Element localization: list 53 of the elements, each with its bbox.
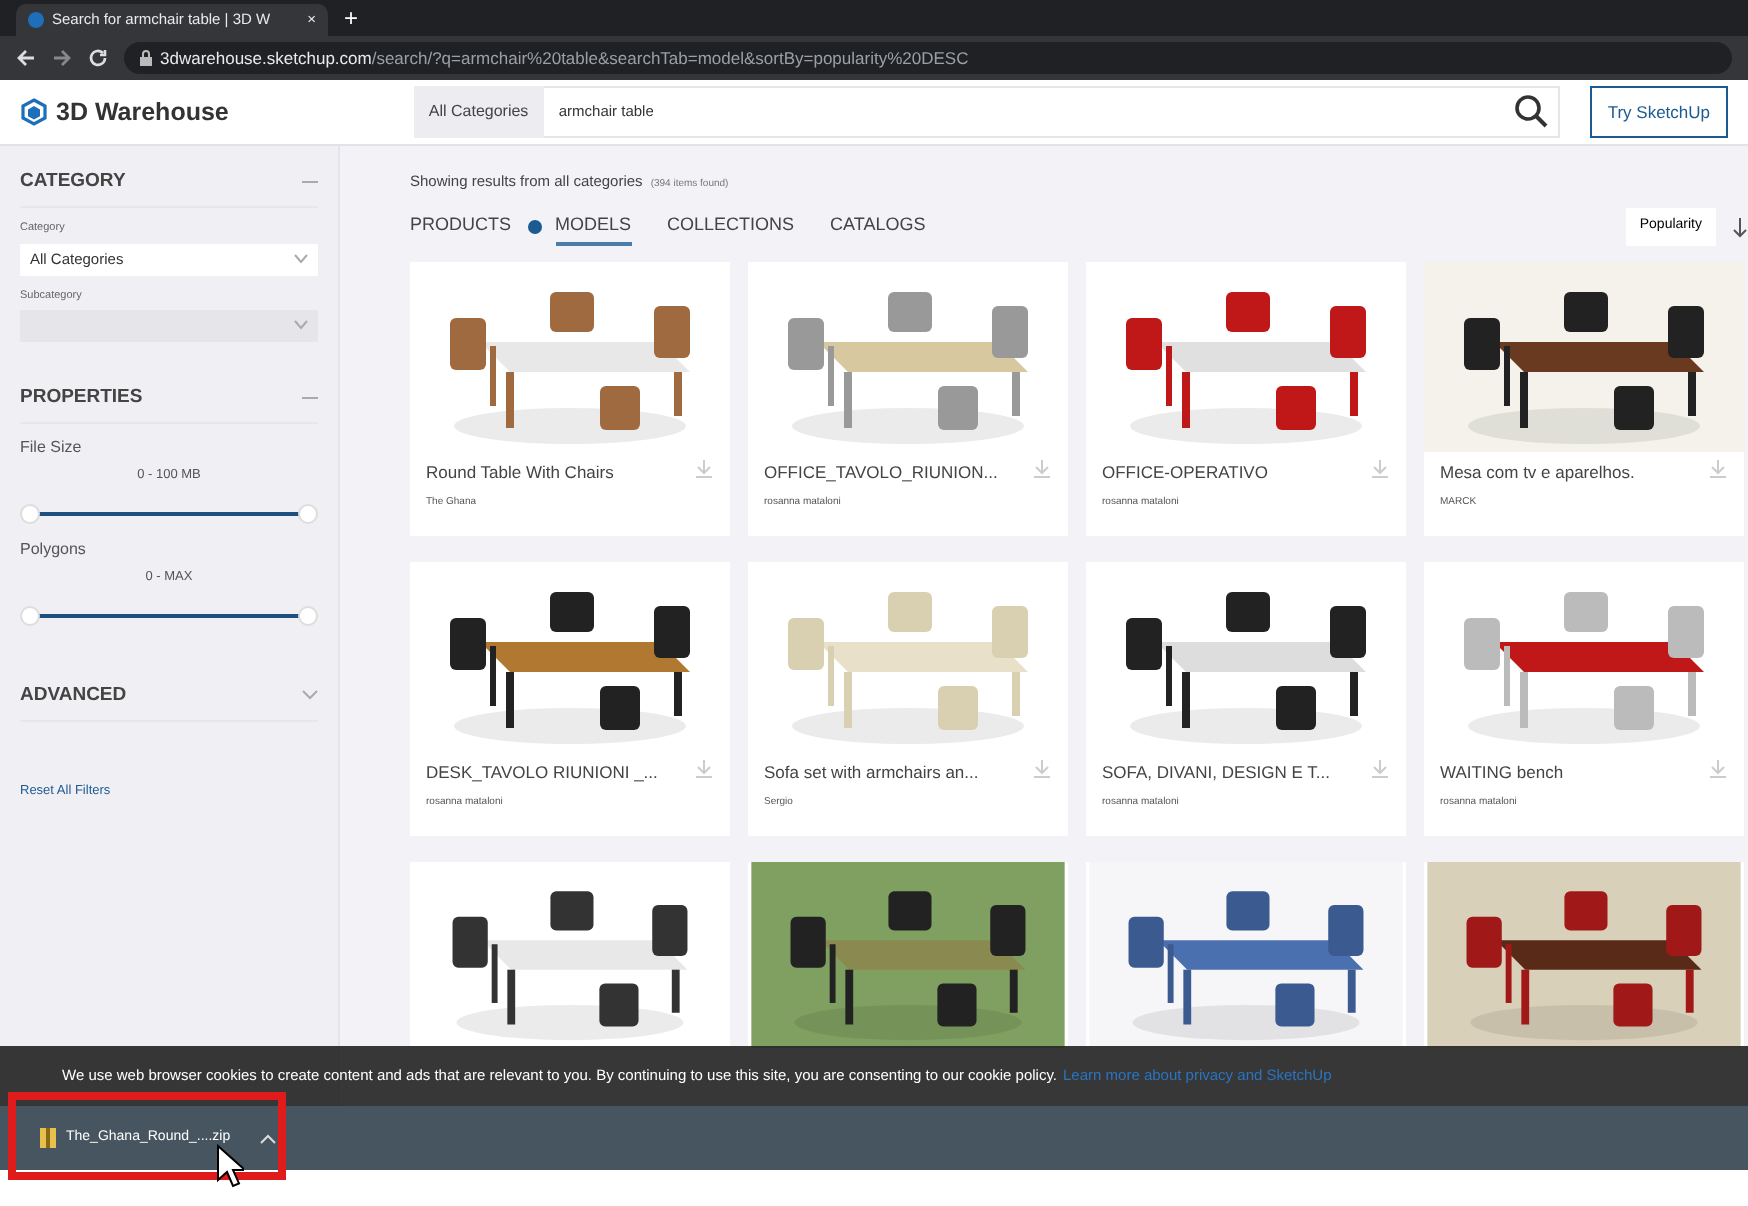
result-tab[interactable]: PRODUCTS — [410, 207, 512, 247]
logo-text[interactable]: 3D Warehouse — [56, 93, 229, 131]
info-icon[interactable] — [527, 220, 542, 234]
model-title[interactable]: Round Table With Chairs — [426, 459, 614, 485]
zip-file-icon — [40, 1128, 56, 1148]
slider-label: File Size — [20, 436, 84, 460]
download-icon[interactable] — [1032, 459, 1052, 479]
chevron-down-icon — [294, 320, 308, 331]
logo-icon[interactable] — [20, 98, 48, 126]
slider-label: Polygons — [20, 537, 88, 562]
slider-handle[interactable] — [20, 503, 40, 524]
model-title[interactable]: Sofa set with armchairs an... — [764, 759, 979, 785]
slider-handle[interactable] — [298, 503, 318, 524]
mouse-cursor-icon — [216, 1144, 244, 1188]
category-dropdown[interactable]: All Categories — [414, 86, 545, 138]
range-slider[interactable] — [20, 603, 318, 627]
forward-icon[interactable] — [52, 48, 72, 68]
download-icon[interactable] — [1708, 759, 1728, 779]
model-title[interactable]: OFFICE-OPERATIVO — [1102, 459, 1268, 485]
download-icon[interactable] — [1032, 759, 1052, 779]
address-bar[interactable]: 3dwarehouse.sketchup.com/search/?q=armchair%20table&searchTab=model&sortBy=popularity%20DESC — [124, 42, 1732, 74]
model-title[interactable]: SOFA, DIVANI, DESIGN E T... — [1102, 759, 1330, 785]
download-icon[interactable] — [694, 759, 714, 779]
model-title[interactable]: DESK_TAVOLO RIUNIONI _... — [426, 759, 658, 785]
download-icon[interactable] — [694, 459, 714, 479]
back-icon[interactable] — [16, 48, 36, 68]
expand-icon[interactable] — [302, 690, 318, 701]
section-heading[interactable]: PROPERTIES — [20, 383, 143, 412]
site-icon — [28, 12, 44, 28]
chevron-up-icon — [260, 1133, 277, 1143]
new-tab-button[interactable]: + — [344, 0, 359, 36]
url-text: 3dwarehouse.sketchup.com/search/?q=armchair%20table&searchTab=model&sortBy=popularity%20DESC — [160, 45, 969, 71]
download-icon[interactable] — [1370, 759, 1390, 779]
lock-icon — [140, 50, 152, 66]
result-tab[interactable]: MODELS — [555, 207, 632, 247]
slider-handle[interactable] — [20, 605, 40, 625]
reload-icon[interactable] — [88, 48, 108, 68]
slider-handle[interactable] — [298, 605, 318, 625]
section-heading[interactable]: ADVANCED — [20, 681, 127, 710]
section-heading[interactable]: CATEGORY — [20, 168, 126, 197]
model-title[interactable]: OFFICE_TAVOLO_RIUNION... — [764, 459, 998, 485]
collapse-icon[interactable] — [302, 395, 318, 400]
model-title[interactable]: WAITING bench — [1440, 759, 1564, 785]
download-icon[interactable] — [1370, 459, 1390, 479]
model-title[interactable]: Mesa com tv e aparelhos. — [1440, 459, 1635, 485]
download-icon[interactable] — [1708, 459, 1728, 479]
result-tab[interactable]: COLLECTIONS — [667, 207, 795, 247]
try-sketchup-button[interactable]: Try SketchUp — [1589, 86, 1728, 138]
sort-direction-icon[interactable] — [1732, 217, 1748, 237]
range-slider[interactable] — [20, 501, 318, 526]
collapse-icon[interactable] — [302, 180, 318, 185]
chevron-down-icon — [294, 254, 308, 264]
result-tab[interactable]: CATALOGS — [830, 207, 926, 247]
